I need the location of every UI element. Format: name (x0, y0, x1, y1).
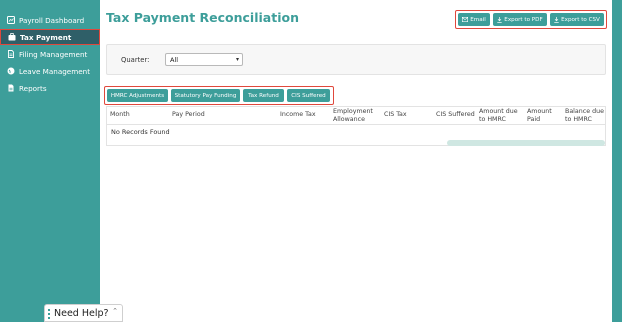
need-help-label: Need Help? (54, 307, 109, 319)
empty-table-message: No Records Found (111, 128, 170, 136)
email-button[interactable]: Email (458, 13, 490, 26)
email-button-label: Email (470, 16, 486, 23)
column-header-income-tax[interactable]: Income Tax (280, 111, 316, 119)
chevron-up-icon: ⌃ (112, 307, 118, 315)
sidebar: Payroll Dashboard Tax Payment Filing Man… (0, 0, 100, 322)
quarter-label: Quarter: (121, 56, 150, 64)
export-csv-button[interactable]: Export to CSV (550, 13, 604, 26)
filter-panel: Quarter: All ▾ (106, 44, 606, 75)
reconciliation-table: Month Pay Period Income Tax Employment A… (106, 106, 606, 146)
column-header-employment-allowance[interactable]: Employment Allowance (333, 108, 375, 123)
main-panel: Tax Payment Reconciliation Email Export … (100, 0, 612, 322)
column-header-month[interactable]: Month (110, 111, 130, 119)
tab-hmrc-adjustments[interactable]: HMRC Adjustments (107, 89, 168, 102)
dashboard-icon (6, 16, 15, 25)
export-csv-label: Export to CSV (561, 16, 600, 23)
column-header-balance-due[interactable]: Balance due to HMRC (565, 108, 607, 123)
quarter-select[interactable]: All ▾ (165, 53, 243, 66)
export-pdf-button[interactable]: Export to PDF (493, 13, 547, 26)
report-icon (6, 84, 15, 93)
download-icon (554, 16, 559, 23)
envelope-icon (462, 17, 469, 22)
sidebar-item-tax-payment[interactable]: Tax Payment (0, 29, 100, 45)
sidebar-item-label: Filing Management (19, 49, 88, 59)
download-icon (497, 16, 502, 23)
sidebar-item-filing-management[interactable]: Filing Management (0, 46, 100, 62)
column-header-amount-due[interactable]: Amount due to HMRC (479, 108, 521, 123)
export-button-group: Email Export to PDF Export to CSV (455, 10, 607, 29)
table-header-divider (107, 124, 605, 125)
tab-statutory-pay-funding[interactable]: Statutory Pay Funding (171, 89, 240, 102)
briefcase-icon (7, 33, 16, 42)
sidebar-item-label: Reports (19, 83, 47, 93)
column-header-amount-paid[interactable]: Amount Paid (527, 108, 557, 123)
export-pdf-label: Export to PDF (504, 16, 543, 23)
column-header-pay-period[interactable]: Pay Period (172, 111, 205, 119)
tab-button-group: HMRC Adjustments Statutory Pay Funding T… (104, 86, 334, 105)
tab-cis-suffered[interactable]: CIS Suffered (287, 89, 330, 102)
page-title: Tax Payment Reconciliation (106, 10, 299, 25)
need-help-widget[interactable]: Need Help? ⌃ (44, 304, 123, 322)
horizontal-scrollbar[interactable] (447, 140, 605, 146)
sidebar-item-label: Payroll Dashboard (19, 15, 85, 25)
column-header-cis-tax[interactable]: CIS Tax (384, 111, 407, 119)
tab-tax-refund[interactable]: Tax Refund (243, 89, 284, 102)
sidebar-item-leave-management[interactable]: Leave Management (0, 63, 100, 79)
right-edge-background (612, 0, 622, 322)
globe-icon (6, 67, 15, 76)
chevron-down-icon: ▾ (235, 56, 239, 63)
column-header-cis-suffered[interactable]: CIS Suffered (436, 111, 475, 119)
sidebar-item-label: Tax Payment (20, 32, 72, 42)
document-icon (6, 50, 15, 59)
sidebar-item-label: Leave Management (19, 66, 91, 76)
quarter-select-value: All (170, 55, 179, 64)
sidebar-item-reports[interactable]: Reports (0, 80, 100, 96)
sidebar-item-payroll-dashboard[interactable]: Payroll Dashboard (0, 12, 100, 28)
drag-handle-icon (48, 309, 50, 319)
